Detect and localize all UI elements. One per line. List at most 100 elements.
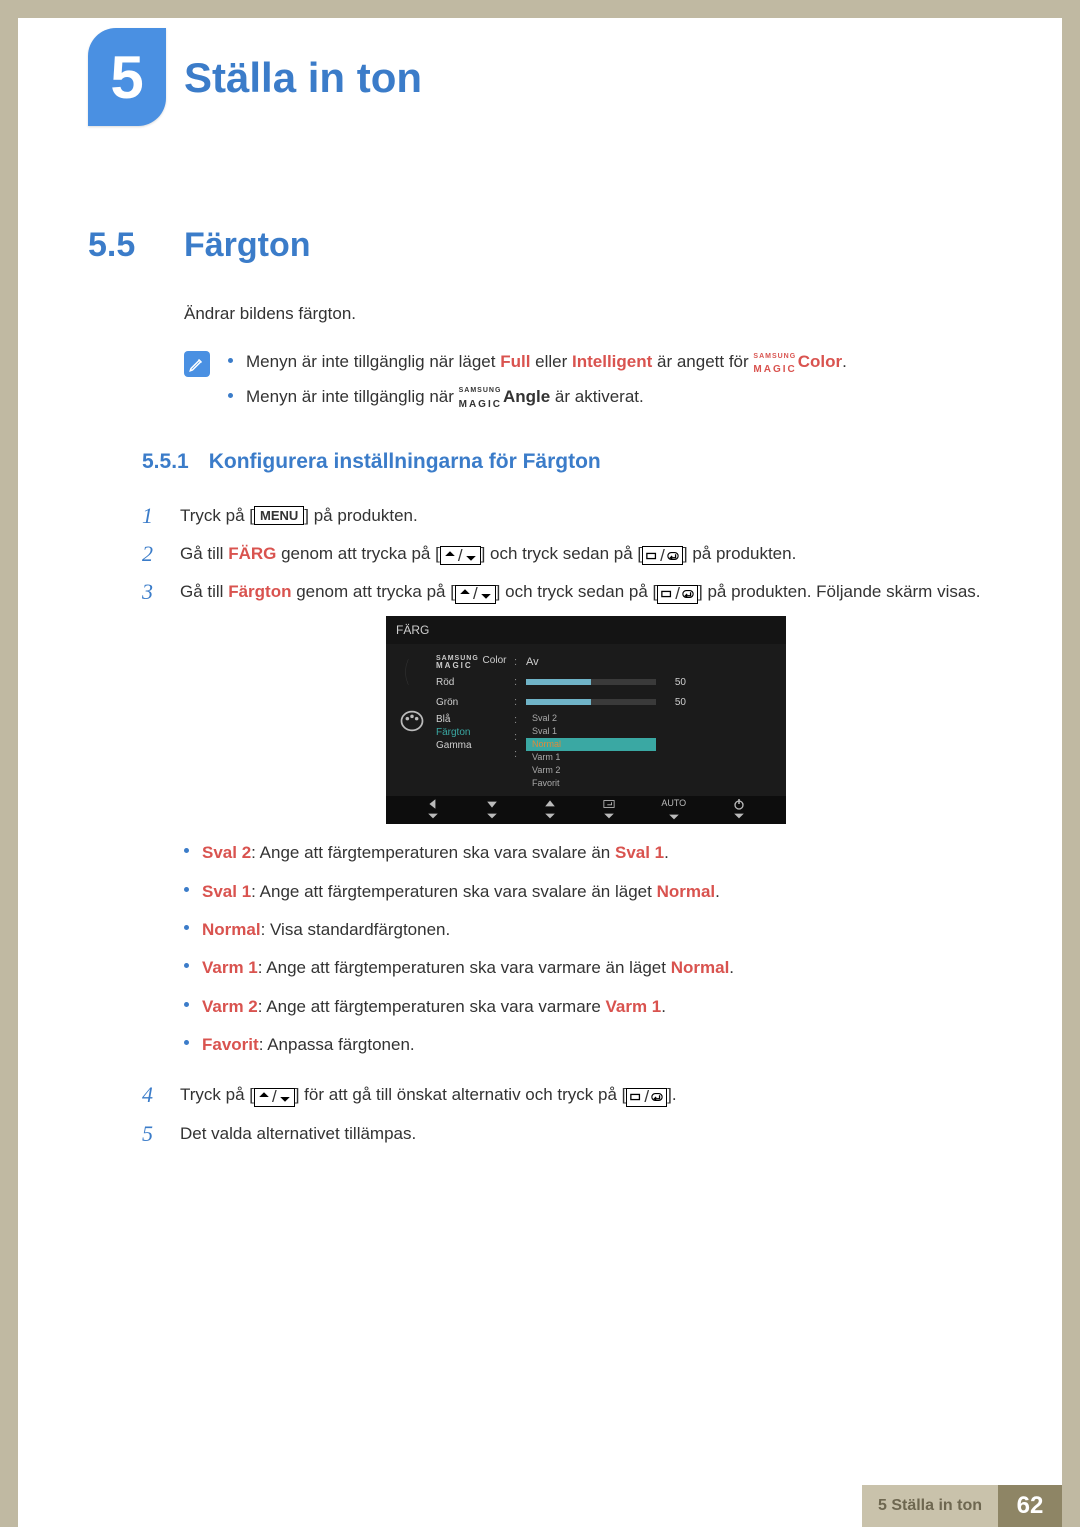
text: Gå till xyxy=(180,582,228,601)
highlight-full: Full xyxy=(500,352,530,371)
text: Gå till xyxy=(180,544,228,563)
body-content: Ändrar bildens färgton. Menyn är inte ti… xyxy=(88,301,992,1147)
text: ] och tryck sedan på [ xyxy=(496,582,658,601)
step-4: 4 Tryck på [/] för att gå till önskat al… xyxy=(142,1082,992,1108)
step-number: 2 xyxy=(142,541,162,567)
chapter-number-badge: 5 xyxy=(88,28,166,126)
highlight-fargton: Färgton xyxy=(228,582,291,601)
note-block: Menyn är inte tillgänglig när läget Full… xyxy=(184,349,992,418)
text: Tryck på [ xyxy=(180,1085,254,1104)
menu-button-icon: MENU xyxy=(254,506,304,525)
text: Menyn är inte tillgänglig när läget xyxy=(246,352,500,371)
step-number: 1 xyxy=(142,503,162,529)
text: Tryck på [ xyxy=(180,506,254,525)
subsection-number: 5.5.1 xyxy=(142,446,189,479)
text: genom att trycka på [ xyxy=(276,544,439,563)
osd-option: Sval 1 xyxy=(526,725,656,738)
rect-enter-icon: / xyxy=(657,585,698,604)
osd-power-icon xyxy=(733,798,745,822)
step-body: Det valda alternativet tillämpas. xyxy=(180,1121,992,1147)
page-footer: 5 Ställa in ton 62 xyxy=(862,1485,1062,1527)
step-2: 2 Gå till FÄRG genom att trycka på [/] o… xyxy=(142,541,992,567)
rect-enter-icon: / xyxy=(626,1088,667,1107)
step-number: 4 xyxy=(142,1082,162,1108)
option-item: Sval 1: Ange att färgtemperaturen ska va… xyxy=(180,879,992,905)
osd-left-icon xyxy=(427,798,439,822)
osd-option: Varm 2 xyxy=(526,764,656,777)
highlight-farg: FÄRG xyxy=(228,544,276,563)
highlight-intelligent: Intelligent xyxy=(572,352,652,371)
rect-enter-icon: / xyxy=(642,546,683,565)
osd-side-icon xyxy=(394,652,430,790)
note-item: Menyn är inte tillgänglig när SAMSUNGMAG… xyxy=(228,384,847,410)
option-item: Varm 1: Ange att färgtemperaturen ska va… xyxy=(180,955,992,981)
osd-up-icon xyxy=(544,798,556,822)
subsection-title: Konfigurera inställningarna för Färgton xyxy=(209,446,601,479)
chapter-title: Ställa in ton xyxy=(184,54,422,102)
up-down-icon: / xyxy=(254,1088,295,1107)
step-1: 1 Tryck på [MENU] på produkten. xyxy=(142,503,992,529)
osd-row-blue-dropdown: Blå Färgton Gamma ::: Sval 2 Sval 1 xyxy=(436,712,776,790)
text: genom att trycka på [ xyxy=(291,582,454,601)
steps-list: 1 Tryck på [MENU] på produkten. 2 Gå til… xyxy=(142,503,992,1148)
page-sheet: 5 Ställa in ton 5.5 Färgton Ändrar bilde… xyxy=(18,18,1062,1527)
text: ]. xyxy=(667,1085,676,1104)
option-item: Varm 2: Ange att färgtemperaturen ska va… xyxy=(180,994,992,1020)
bold-angle: Angle xyxy=(503,387,550,406)
note-list: Menyn är inte tillgänglig när läget Full… xyxy=(228,349,847,418)
text: ] på produkten. Följande skärm visas. xyxy=(698,582,981,601)
osd-footer: AUTO xyxy=(386,796,786,824)
step-5: 5 Det valda alternativet tillämpas. xyxy=(142,1121,992,1147)
text: Menyn är inte tillgänglig när xyxy=(246,387,459,406)
osd-title: FÄRG xyxy=(386,616,786,645)
up-down-icon: / xyxy=(455,585,496,604)
samsung-magic-label: SAMSUNGMAGIC xyxy=(459,388,502,410)
note-pencil-icon xyxy=(184,351,210,377)
osd-row-magic-color: SAMSUNGMAGIC Color : Av xyxy=(436,652,776,672)
palette-icon xyxy=(398,707,426,735)
text: ] på produkten. xyxy=(304,506,417,525)
text: . xyxy=(842,352,847,371)
text: ] och tryck sedan på [ xyxy=(481,544,643,563)
option-item: Normal: Visa standardfärgtonen. xyxy=(180,917,992,943)
option-item: Favorit: Anpassa färgtonen. xyxy=(180,1032,992,1058)
osd-dropdown: Sval 2 Sval 1 Normal Varm 1 Varm 2 Favor… xyxy=(526,712,656,790)
text: är aktiverat. xyxy=(550,387,644,406)
section-number: 5.5 xyxy=(88,226,158,265)
chapter-header: 5 Ställa in ton xyxy=(88,28,992,126)
note-item: Menyn är inte tillgänglig när läget Full… xyxy=(228,349,847,375)
text: ] på produkten. xyxy=(683,544,796,563)
step-body: Gå till Färgton genom att trycka på [/] … xyxy=(180,579,992,1070)
intro-text: Ändrar bildens färgton. xyxy=(184,301,992,327)
osd-value: Av xyxy=(526,654,539,671)
up-down-icon: / xyxy=(440,546,481,565)
osd-option: Sval 2 xyxy=(526,712,656,725)
step-body: Gå till FÄRG genom att trycka på [/] och… xyxy=(180,541,992,567)
step-body: Tryck på [/] för att gå till önskat alte… xyxy=(180,1082,992,1108)
option-descriptions: Sval 2: Ange att färgtemperaturen ska va… xyxy=(180,840,992,1058)
page-background: 5 Ställa in ton 5.5 Färgton Ändrar bilde… xyxy=(0,0,1080,1527)
text: ] för att gå till önskat alternativ och … xyxy=(295,1085,627,1104)
osd-enter-icon xyxy=(603,798,615,822)
step-body: Tryck på [MENU] på produkten. xyxy=(180,503,992,529)
osd-screenshot: FÄRG SAMSUNGMAGIC Color : xyxy=(386,616,786,825)
section-title: Färgton xyxy=(184,226,311,265)
footer-chapter-label: 5 Ställa in ton xyxy=(862,1485,998,1527)
step-3: 3 Gå till Färgton genom att trycka på [/… xyxy=(142,579,992,1070)
osd-auto-label: AUTO xyxy=(661,797,686,823)
samsung-magic-label: SAMSUNGMAGIC xyxy=(753,354,796,376)
osd-option: Varm 1 xyxy=(526,751,656,764)
osd-option-selected: Normal xyxy=(526,738,656,751)
osd-row-red: Röd: 50 xyxy=(436,672,776,692)
osd-option: Favorit xyxy=(526,777,656,790)
text: är angett för xyxy=(652,352,753,371)
footer-page-number: 62 xyxy=(998,1485,1062,1527)
highlight-color: Color xyxy=(798,352,842,371)
section-header: 5.5 Färgton xyxy=(88,226,992,265)
osd-down-icon xyxy=(486,798,498,822)
text: eller xyxy=(530,352,572,371)
step-number: 3 xyxy=(142,579,162,1070)
step-number: 5 xyxy=(142,1121,162,1147)
osd-row-green: Grön: 50 xyxy=(436,692,776,712)
option-item: Sval 2: Ange att färgtemperaturen ska va… xyxy=(180,840,992,866)
